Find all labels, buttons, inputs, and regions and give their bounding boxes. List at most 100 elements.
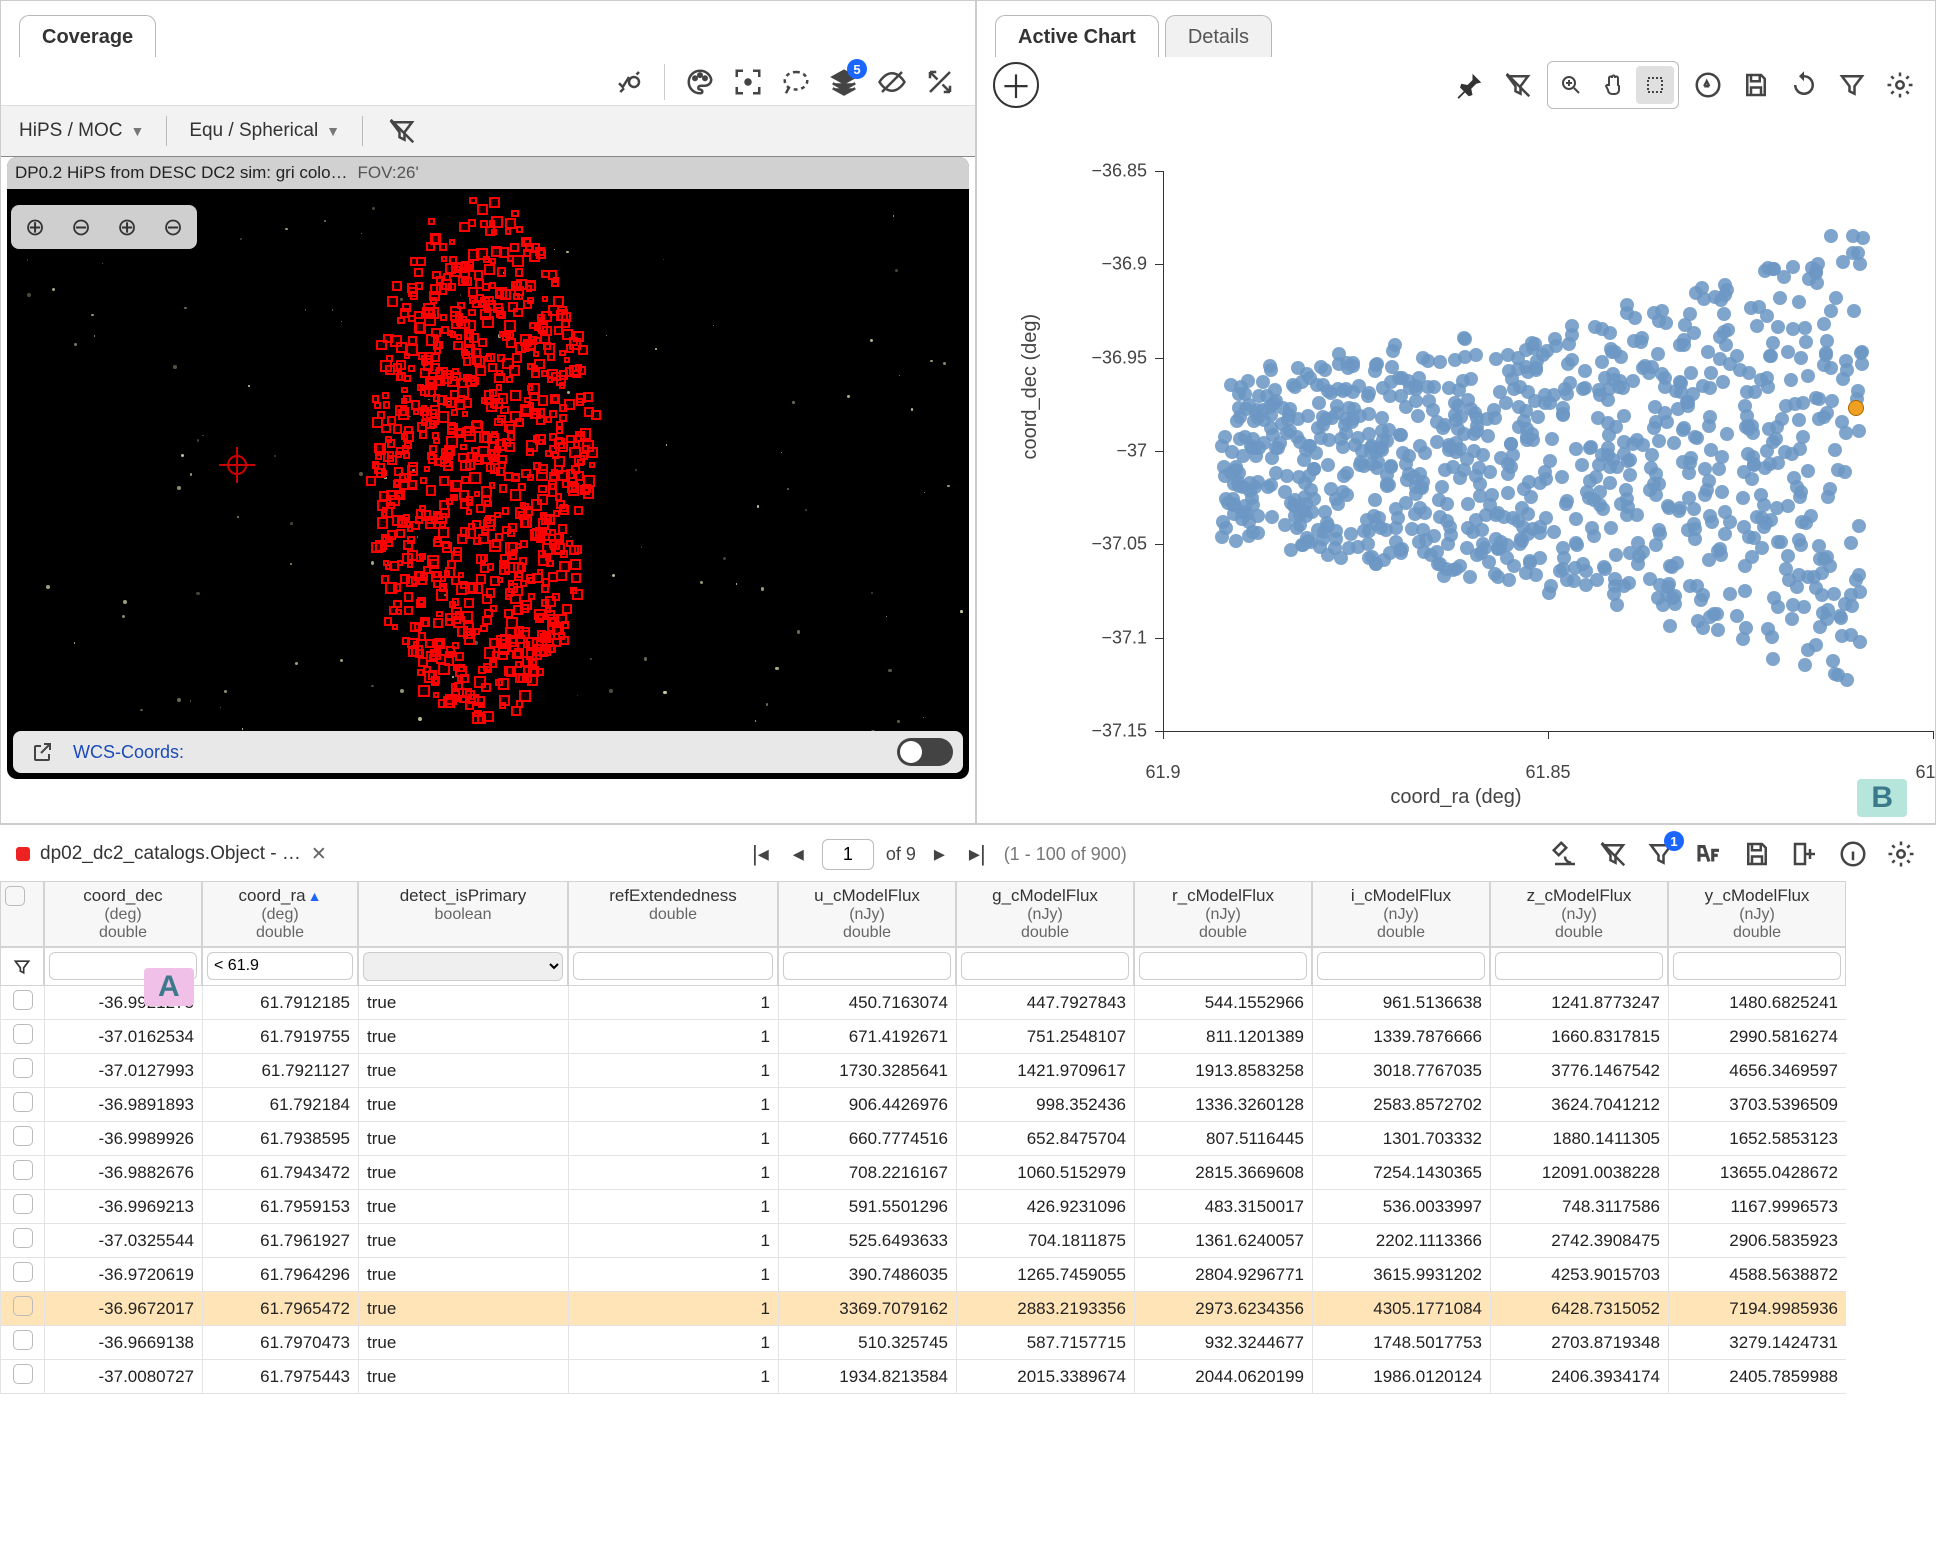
filter-g_cModelFlux[interactable] bbox=[961, 952, 1129, 980]
catalog-marker bbox=[523, 339, 531, 347]
star bbox=[781, 452, 782, 453]
column-header-coord_dec[interactable]: coord_dec(deg)double bbox=[44, 881, 202, 947]
star bbox=[911, 408, 914, 411]
page-number-input[interactable] bbox=[822, 839, 874, 870]
text-options-icon[interactable] bbox=[1690, 835, 1728, 873]
box-select-icon[interactable] bbox=[1636, 66, 1674, 104]
scatter-point bbox=[1801, 643, 1815, 657]
chart-settings-icon[interactable] bbox=[1881, 66, 1919, 104]
row-checkbox[interactable] bbox=[0, 986, 44, 1020]
column-header-g_cModelFlux[interactable]: g_cModelFlux(nJy)double bbox=[956, 881, 1134, 947]
star bbox=[340, 659, 343, 662]
filter-table-icon[interactable]: 1 bbox=[1642, 835, 1680, 873]
lasso-select-icon[interactable] bbox=[777, 63, 815, 101]
catalog-marker bbox=[396, 342, 407, 353]
column-header-u_cModelFlux[interactable]: u_cModelFlux(nJy)double bbox=[778, 881, 956, 947]
microscope-icon[interactable] bbox=[1546, 835, 1584, 873]
scatter-point bbox=[1649, 488, 1663, 502]
scatter-point bbox=[1798, 658, 1812, 672]
page-next-button[interactable]: ▸ bbox=[928, 839, 951, 869]
row-checkbox[interactable] bbox=[0, 1054, 44, 1088]
column-header-refExtendedness[interactable]: refExtendednessdouble bbox=[568, 881, 778, 947]
filter-icon[interactable] bbox=[0, 947, 44, 986]
page-prev-button[interactable]: ◂ bbox=[787, 839, 810, 869]
column-header-detect_isPrimary[interactable]: detect_isPrimaryboolean bbox=[358, 881, 568, 947]
lock-toggle[interactable] bbox=[897, 738, 953, 766]
cell-r_cModelFlux: 811.1201389 bbox=[1134, 1020, 1312, 1054]
filter-refExtendedness[interactable] bbox=[573, 952, 773, 980]
scatter-plot[interactable]: coord_dec (deg) −36.85−36.9−36.95−37−37.… bbox=[1033, 171, 1915, 751]
row-checkbox[interactable] bbox=[0, 1360, 44, 1394]
save-table-icon[interactable] bbox=[1738, 835, 1776, 873]
filter-i_cModelFlux[interactable] bbox=[1317, 952, 1485, 980]
tab-active-chart[interactable]: Active Chart bbox=[995, 15, 1159, 57]
filter-coord_ra[interactable] bbox=[207, 952, 353, 980]
save-chart-icon[interactable] bbox=[1737, 66, 1775, 104]
row-checkbox[interactable] bbox=[0, 1292, 44, 1326]
cell-u_cModelFlux: 390.7486035 bbox=[778, 1258, 956, 1292]
reset-zoom-icon[interactable] bbox=[1689, 66, 1727, 104]
expand-icon[interactable] bbox=[921, 63, 959, 101]
table-settings-icon[interactable] bbox=[1882, 835, 1920, 873]
column-header-r_cModelFlux[interactable]: r_cModelFlux(nJy)double bbox=[1134, 881, 1312, 947]
filter-z_cModelFlux[interactable] bbox=[1495, 952, 1663, 980]
filter-detect_isPrimary[interactable] bbox=[363, 952, 563, 981]
row-checkbox[interactable] bbox=[0, 1258, 44, 1292]
catalog-marker bbox=[554, 533, 564, 543]
info-icon[interactable] bbox=[1834, 835, 1872, 873]
select-all-checkbox[interactable] bbox=[0, 881, 44, 947]
hide-icon[interactable] bbox=[873, 63, 911, 101]
catalog-marker bbox=[538, 323, 549, 334]
filter-r_cModelFlux[interactable] bbox=[1139, 952, 1307, 980]
cell-z_cModelFlux: 3776.1467542 bbox=[1490, 1054, 1668, 1088]
column-header-z_cModelFlux[interactable]: z_cModelFlux(nJy)double bbox=[1490, 881, 1668, 947]
tab-details[interactable]: Details bbox=[1165, 15, 1272, 57]
zoom-out-button[interactable]: ⊖ bbox=[59, 207, 103, 247]
star bbox=[460, 294, 462, 296]
filter-y_cModelFlux[interactable] bbox=[1673, 952, 1841, 980]
filter-u_cModelFlux[interactable] bbox=[783, 952, 951, 980]
zoom-tool-icon[interactable] bbox=[1552, 66, 1590, 104]
projection-dropdown[interactable]: Equ / Spherical▼ bbox=[187, 116, 342, 146]
open-external-icon[interactable] bbox=[23, 733, 61, 771]
pin-icon[interactable] bbox=[1451, 66, 1489, 104]
pan-tool-icon[interactable] bbox=[1594, 66, 1632, 104]
image-title: DP0.2 HiPS from DESC DC2 sim: gri colo… bbox=[15, 163, 348, 183]
scatter-point bbox=[1215, 530, 1229, 544]
star bbox=[655, 348, 657, 350]
clear-filter-chart-icon[interactable] bbox=[1499, 66, 1537, 104]
row-checkbox[interactable] bbox=[0, 1326, 44, 1360]
recenter-icon[interactable] bbox=[729, 63, 767, 101]
layers-icon[interactable]: 5 bbox=[825, 63, 863, 101]
row-checkbox[interactable] bbox=[0, 1020, 44, 1054]
row-checkbox[interactable] bbox=[0, 1122, 44, 1156]
star bbox=[359, 472, 363, 476]
cell-u_cModelFlux: 450.7163074 bbox=[778, 986, 956, 1020]
tab-coverage[interactable]: Coverage bbox=[19, 15, 156, 57]
column-header-coord_ra[interactable]: coord_ra▲(deg)double bbox=[202, 881, 358, 947]
zoom-in-button[interactable]: ⊕ bbox=[13, 207, 57, 247]
clear-filter-table-icon[interactable] bbox=[1594, 835, 1632, 873]
filter-chart-icon[interactable] bbox=[1833, 66, 1871, 104]
column-header-y_cModelFlux[interactable]: y_cModelFlux(nJy)double bbox=[1668, 881, 1846, 947]
catalog-marker bbox=[427, 555, 439, 567]
add-chart-button[interactable]: ＋ bbox=[993, 62, 1039, 108]
row-checkbox[interactable] bbox=[0, 1224, 44, 1258]
image-viewer[interactable]: DP0.2 HiPS from DESC DC2 sim: gri colo… … bbox=[7, 157, 969, 779]
restore-icon[interactable] bbox=[1785, 66, 1823, 104]
row-checkbox[interactable] bbox=[0, 1156, 44, 1190]
page-first-button[interactable]: |◂ bbox=[746, 839, 775, 869]
page-last-button[interactable]: ▸| bbox=[963, 839, 992, 869]
catalog-marker bbox=[511, 281, 521, 291]
column-header-i_cModelFlux[interactable]: i_cModelFlux(nJy)double bbox=[1312, 881, 1490, 947]
hips-moc-dropdown[interactable]: HiPS / MOC▼ bbox=[17, 116, 146, 146]
tools-icon[interactable] bbox=[610, 63, 648, 101]
zoom-1x-button[interactable]: ⊖ bbox=[151, 207, 195, 247]
add-column-icon[interactable] bbox=[1786, 835, 1824, 873]
close-table-button[interactable]: ✕ bbox=[311, 843, 327, 866]
row-checkbox[interactable] bbox=[0, 1190, 44, 1224]
color-icon[interactable] bbox=[681, 63, 719, 101]
row-checkbox[interactable] bbox=[0, 1088, 44, 1122]
clear-filter-icon[interactable] bbox=[383, 112, 421, 150]
zoom-fit-button[interactable]: ⊕ bbox=[105, 207, 149, 247]
